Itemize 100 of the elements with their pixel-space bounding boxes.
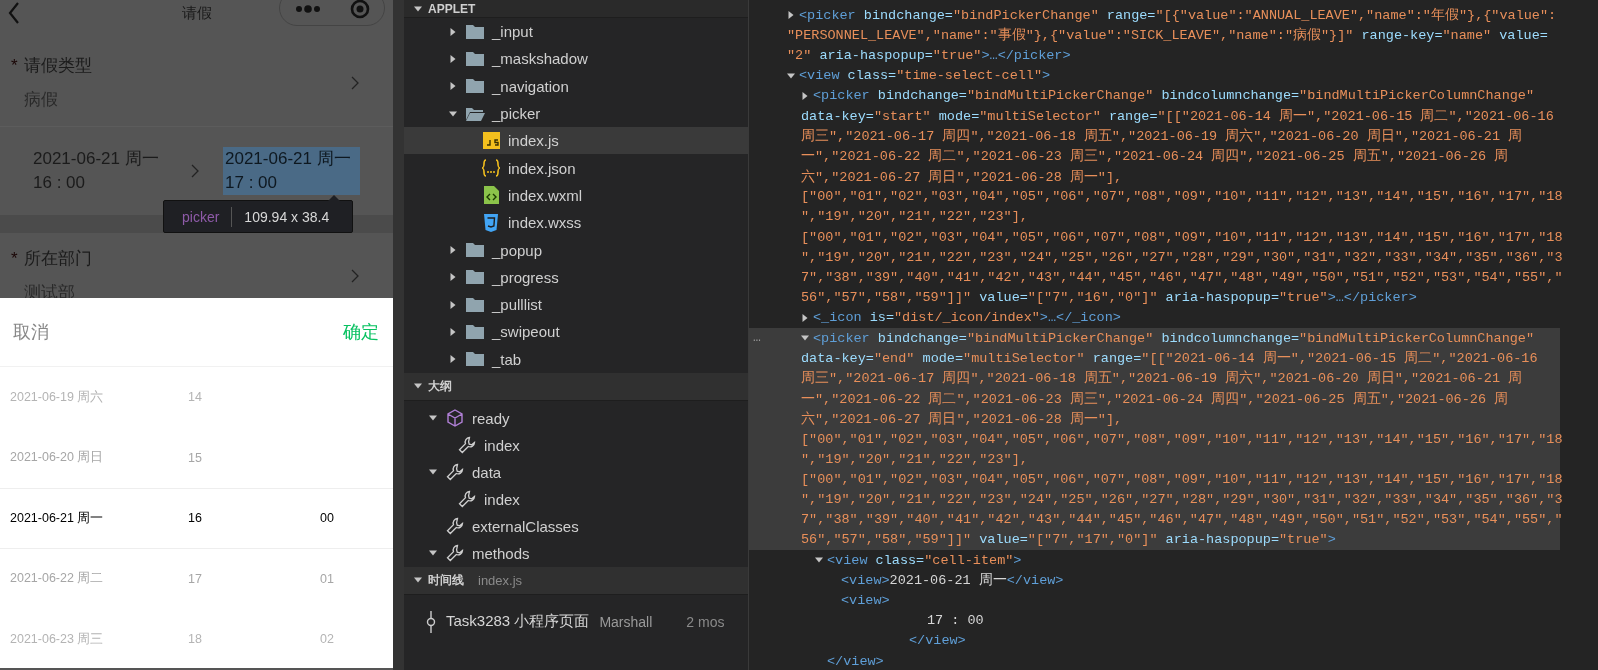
code-line: ["00","01","02","03","04","05","06","07","08","09","10","11","12","13","14","15","16","17","18 [801, 229, 1563, 245]
minute-option: 02 [320, 632, 393, 647]
code-line: ","19","20","21","22","23","24","25","26","27","28","29","30","31","32","33","34","35","36","3 [801, 492, 1563, 508]
code-line: "2" aria-haspopup="true">…</picker> [787, 47, 1071, 63]
expanded-arrow-icon[interactable] [429, 468, 437, 477]
required-mark: * [11, 56, 19, 76]
folder-item[interactable]: _navigation [404, 72, 748, 100]
code-line: ["00","01","02","03","04","05","06","07","08","09","10","11","12","13","14","15","16","17","18 [801, 471, 1563, 487]
folder-icon [465, 50, 485, 67]
hour-option: 17 [188, 571, 320, 586]
date-text: 2021-06-21 周一 [33, 148, 160, 170]
section-header[interactable]: 大纲 [404, 372, 748, 401]
required-mark: * [11, 249, 19, 269]
date-text: 2021-06-21 周一 [225, 148, 352, 170]
folder-icon [465, 78, 485, 95]
collapsed-arrow-icon[interactable] [449, 355, 457, 364]
expanded-arrow-icon[interactable] [414, 576, 422, 585]
cube-icon [446, 409, 464, 428]
back-icon[interactable] [8, 2, 20, 24]
wrench-icon [446, 517, 464, 536]
code-line: 周三","2021-06-17 周四","2021-06-18 周五","2021-06-19 周六","2021-06-20 周日","2021-06-21 周 [801, 369, 1523, 388]
section-header[interactable]: 时间线 index.js [404, 566, 748, 595]
code-line: ","19","20","21","22","23","24","25","26","27","28","29","30","31","32","33","34","35","36","3 [801, 249, 1563, 265]
folder-item[interactable]: _progress [404, 263, 748, 291]
outline-item[interactable]: externalClasses [404, 512, 748, 540]
open-folder-icon [465, 105, 485, 122]
file-item[interactable]: index.wxml [404, 181, 748, 210]
date-option: 2021-06-21 周一 [10, 509, 188, 527]
expanded-arrow-icon[interactable] [429, 549, 437, 558]
hour-option: 16 [188, 511, 320, 526]
timeline-item[interactable]: Task3283 小程序页面 Marshall 2 mos [404, 594, 748, 649]
time-text: 17 : 00 [225, 172, 278, 194]
outline-item[interactable]: methods [404, 539, 748, 567]
collapsed-arrow-icon[interactable] [449, 246, 457, 254]
code-line: "PERSONNEL_LEAVE","name":"事假"},{"value":"SICK_LEAVE","name":"病假"}]" range-key="name" value= [787, 26, 1548, 45]
more-marker[interactable]: … [753, 330, 761, 345]
hour-option: 18 [188, 632, 320, 647]
expanded-arrow-icon[interactable] [801, 334, 809, 343]
folder-icon [465, 269, 485, 286]
folder-item[interactable]: _pulllist [404, 290, 748, 319]
expanded-arrow-icon[interactable] [414, 382, 422, 391]
folder-icon [465, 242, 485, 258]
collapsed-arrow-icon[interactable] [787, 11, 795, 20]
code-file-icon [483, 186, 499, 205]
code-line: ","19","20","21","22","23"], [801, 451, 1028, 467]
folder-item[interactable]: _picker [404, 99, 748, 128]
collapsed-arrow-icon[interactable] [449, 54, 457, 63]
more-icon[interactable] [294, 5, 321, 13]
folder-icon [465, 351, 485, 368]
collapsed-arrow-icon[interactable] [449, 27, 457, 36]
collapsed-arrow-icon[interactable] [449, 300, 457, 309]
outline-item[interactable]: data [404, 458, 748, 486]
date-option: 2021-06-23 周三 [10, 630, 188, 648]
folder-icon [465, 296, 485, 313]
file-item[interactable]: index.js [404, 127, 748, 155]
expanded-arrow-icon[interactable] [414, 4, 422, 13]
expanded-arrow-icon[interactable] [449, 109, 457, 118]
outline-item[interactable]: index [404, 485, 748, 513]
date-option: 2021-06-22 周二 [10, 570, 188, 588]
expanded-arrow-icon[interactable] [787, 71, 795, 80]
expanded-arrow-icon[interactable] [429, 414, 437, 423]
wrench-icon [446, 544, 464, 563]
collapsed-arrow-icon[interactable] [801, 91, 809, 100]
code-line: 周三","2021-06-17 周四","2021-06-18 周五","2021-06-19 周六","2021-06-20 周日","2021-06-21 周 [801, 127, 1523, 146]
code-line: <picker bindchange="bindPickerChange" range="[{"value":"ANNUAL_LEAVE","name":"年假"},{"value": [799, 7, 1557, 25]
outline-item[interactable]: ready [404, 404, 748, 432]
folder-item[interactable]: _swipeout [404, 318, 748, 346]
code-line: 一","2021-06-22 周二","2021-06-23 周三","2021-06-24 周四","2021-06-25 周五","2021-06-26 周 [801, 148, 1509, 166]
expanded-arrow-icon[interactable] [815, 556, 823, 565]
date-option: 2021-06-19 周六 [10, 388, 188, 406]
hour-option: 15 [188, 450, 320, 465]
file-item[interactable]: index.wxss [404, 209, 748, 237]
folder-item[interactable]: _tab [404, 345, 748, 373]
collapsed-arrow-icon[interactable] [449, 273, 457, 282]
selected-node-highlight[interactable] [749, 328, 1560, 551]
tooltip-size: 109.94 x 38.4 [244, 208, 330, 225]
folder-item[interactable]: _input [404, 18, 748, 46]
cancel-button[interactable]: 取消 [13, 320, 49, 344]
chevron-right-icon [351, 76, 359, 90]
collapsed-arrow-icon[interactable] [801, 313, 809, 322]
folder-item[interactable]: _popup [404, 236, 748, 264]
code-line: ","19","20","21","22","23"], [801, 209, 1028, 225]
field-label: 所在部门 [24, 248, 92, 270]
code-line: </view> [827, 653, 884, 669]
code-line: 17 : 00 [927, 613, 984, 629]
outline-item[interactable]: index [404, 431, 748, 459]
wrench-icon [458, 436, 476, 455]
code-line: <picker bindchange="bindMultiPickerChange" bindcolumnchange="bindMultiPickerColumnChange" [813, 88, 1535, 104]
code-line: <view>2021-06-21 周一</view> [841, 572, 1064, 590]
picker-row[interactable]: 2021-06-21 周一 16 00 [0, 488, 393, 549]
section-header[interactable]: APPLET [404, 0, 748, 18]
tooltip-tag: picker [182, 208, 220, 225]
folder-item[interactable]: _maskshadow [404, 45, 748, 73]
code-line: 一","2021-06-22 周二","2021-06-23 周三","2021-06-24 周四","2021-06-25 周五","2021-06-26 周 [801, 390, 1509, 408]
collapsed-arrow-icon[interactable] [449, 82, 457, 91]
code-line: <view> [841, 593, 890, 609]
code-line: <view class="cell-item"> [827, 552, 1022, 568]
minute-option: 01 [320, 571, 393, 586]
collapsed-arrow-icon[interactable] [449, 327, 457, 336]
file-item[interactable]: index.json [404, 154, 748, 182]
